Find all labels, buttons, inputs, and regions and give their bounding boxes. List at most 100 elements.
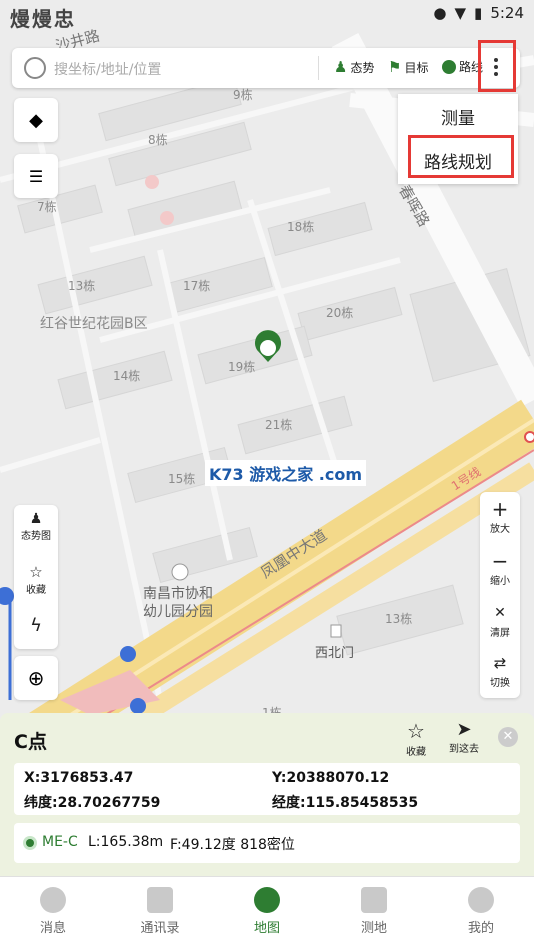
- bearing-value: F:49.12度 818密位: [170, 837, 295, 853]
- tool-target-label: 目标: [404, 60, 429, 75]
- search-icon[interactable]: [24, 57, 46, 79]
- nav-profile[interactable]: 我的: [436, 887, 526, 936]
- route-planning-highlight: [408, 135, 514, 178]
- divider: [318, 56, 319, 80]
- status-bar: 熳熳忠 ● ▼ ▮ 5:24: [0, 0, 534, 31]
- map-icon: [254, 887, 280, 913]
- coordinate-card: X:3176853.47 Y:20388070.12 纬度:28.7026775…: [14, 763, 520, 815]
- right-toolbar: + 放大 − 缩小 ✕ 清屏 ⇄ 切换: [480, 492, 520, 698]
- compass-button[interactable]: ◆: [14, 98, 58, 142]
- wifi-icon: ▼: [454, 4, 467, 22]
- coord-y: Y:20388070.12: [272, 770, 390, 786]
- nav-map[interactable]: 地图: [222, 887, 312, 936]
- clear-screen-label: 清屏: [490, 628, 510, 639]
- tool-situation-label: 态势: [350, 60, 375, 75]
- navigate-here-button[interactable]: ➤ 到这去: [449, 719, 479, 755]
- crosshair-icon: ⊕: [27, 666, 45, 690]
- list-icon: ☰: [28, 166, 44, 186]
- search-bar: 搜坐标/地址/位置 ♟ 态势 ⚑ 目标 路线: [12, 48, 520, 88]
- situation-icon: ♟: [29, 511, 43, 527]
- place-label-garden: 红谷世纪花园B区: [40, 316, 148, 332]
- building-label: 17栋: [183, 279, 211, 293]
- distance-value: L:165.38m: [88, 834, 164, 850]
- contacts-icon: [147, 887, 173, 913]
- battery-icon: ▮: [474, 4, 483, 22]
- coord-latitude: 纬度:28.70267759: [24, 795, 161, 811]
- building-label: 13栋: [68, 279, 96, 293]
- plus-icon: +: [491, 497, 509, 521]
- building-label: 13栋: [385, 612, 413, 626]
- favorites-label: 收藏: [26, 585, 46, 596]
- place-label-northwest-gate: 西北门: [315, 646, 355, 661]
- nav-profile-label: 我的: [467, 921, 494, 936]
- device-name: ME-C: [42, 834, 78, 850]
- locate-button[interactable]: ⊕: [14, 656, 58, 700]
- route-pin-icon: [442, 59, 456, 74]
- swap-icon: ⇄: [493, 654, 507, 672]
- zoom-out-button[interactable]: − 缩小: [480, 550, 520, 587]
- building-label: 9栋: [233, 88, 253, 102]
- star-icon: ☆: [29, 563, 43, 581]
- point-favorite-label: 收藏: [406, 747, 426, 758]
- building-label: 18栋: [287, 220, 315, 234]
- navigate-arrow-icon: ➤: [456, 719, 472, 740]
- nav-contacts-label: 通讯录: [140, 921, 180, 936]
- location-icon: ●: [433, 4, 447, 22]
- nav-messages[interactable]: 消息: [8, 887, 98, 936]
- device-dot-icon: [26, 839, 34, 847]
- clear-screen-button[interactable]: ✕ 清屏: [480, 602, 520, 639]
- zoom-out-label: 缩小: [490, 576, 510, 587]
- menu-item-measure[interactable]: 测量: [398, 104, 518, 129]
- point-favorite-button[interactable]: ☆ 收藏: [406, 719, 426, 758]
- navigate-here-label: 到这去: [449, 744, 479, 755]
- flash-button[interactable]: ϟ: [14, 615, 58, 636]
- situation-map-label: 态势图: [21, 531, 51, 542]
- building-label: 14栋: [113, 369, 141, 383]
- tool-route[interactable]: 路线: [442, 58, 483, 75]
- close-icon[interactable]: ✕: [498, 727, 518, 747]
- place-label-school: 南昌市协和: [143, 586, 213, 602]
- situation-icon: ♟: [334, 58, 348, 76]
- measurement-card: ME-C L:165.38m F:49.12度 818密位: [14, 823, 520, 863]
- coord-longitude: 经度:115.85458535: [272, 795, 419, 811]
- profile-icon: [468, 887, 494, 913]
- bottom-nav: 消息 通讯录 地图 测地 我的: [0, 876, 534, 950]
- nav-map-label: 地图: [253, 921, 280, 936]
- lightning-icon: ϟ: [30, 615, 42, 636]
- eraser-icon: ✕: [494, 605, 506, 621]
- nav-survey[interactable]: 测地: [329, 887, 419, 936]
- search-input[interactable]: 搜坐标/地址/位置: [54, 59, 161, 79]
- building-label: 8栋: [148, 133, 168, 147]
- status-time: 5:24: [490, 4, 524, 22]
- tool-situation[interactable]: ♟ 态势: [334, 58, 374, 76]
- message-icon: [40, 887, 66, 913]
- building-label: 20栋: [326, 306, 354, 320]
- building-label: 15栋: [168, 472, 196, 486]
- switch-map-button[interactable]: ⇄ 切换: [480, 652, 520, 689]
- nav-contacts[interactable]: 通讯录: [115, 887, 205, 936]
- more-vertical-icon: [494, 58, 498, 79]
- minus-icon: −: [491, 549, 509, 573]
- status-app-name: 熳熳忠: [10, 7, 76, 31]
- place-label-school-2: 幼儿园分园: [143, 604, 213, 620]
- nav-messages-label: 消息: [39, 921, 66, 936]
- tool-target[interactable]: ⚑ 目标: [388, 58, 428, 76]
- compass-icon: ◆: [29, 109, 43, 131]
- favorites-button[interactable]: ☆ 收藏: [14, 563, 58, 596]
- building-label: 19栋: [228, 360, 256, 374]
- zoom-in-label: 放大: [490, 524, 510, 535]
- nav-survey-label: 测地: [360, 921, 387, 936]
- left-toolbar: ♟ 态势图 ☆ 收藏 ϟ: [14, 505, 58, 649]
- situation-map-button[interactable]: ♟ 态势图: [14, 511, 58, 542]
- watermark: K73 游戏之家 .com: [205, 460, 367, 486]
- layer-list-button[interactable]: ☰: [14, 154, 58, 198]
- point-title: C点: [14, 731, 47, 753]
- building-label: 7栋: [37, 200, 57, 214]
- switch-map-label: 切换: [490, 678, 510, 689]
- coord-x: X:3176853.47: [24, 770, 134, 786]
- star-icon: ☆: [407, 719, 425, 743]
- zoom-in-button[interactable]: + 放大: [480, 498, 520, 535]
- building-label: 21栋: [265, 418, 293, 432]
- flag-icon: ⚑: [388, 58, 402, 76]
- survey-icon: [361, 887, 387, 913]
